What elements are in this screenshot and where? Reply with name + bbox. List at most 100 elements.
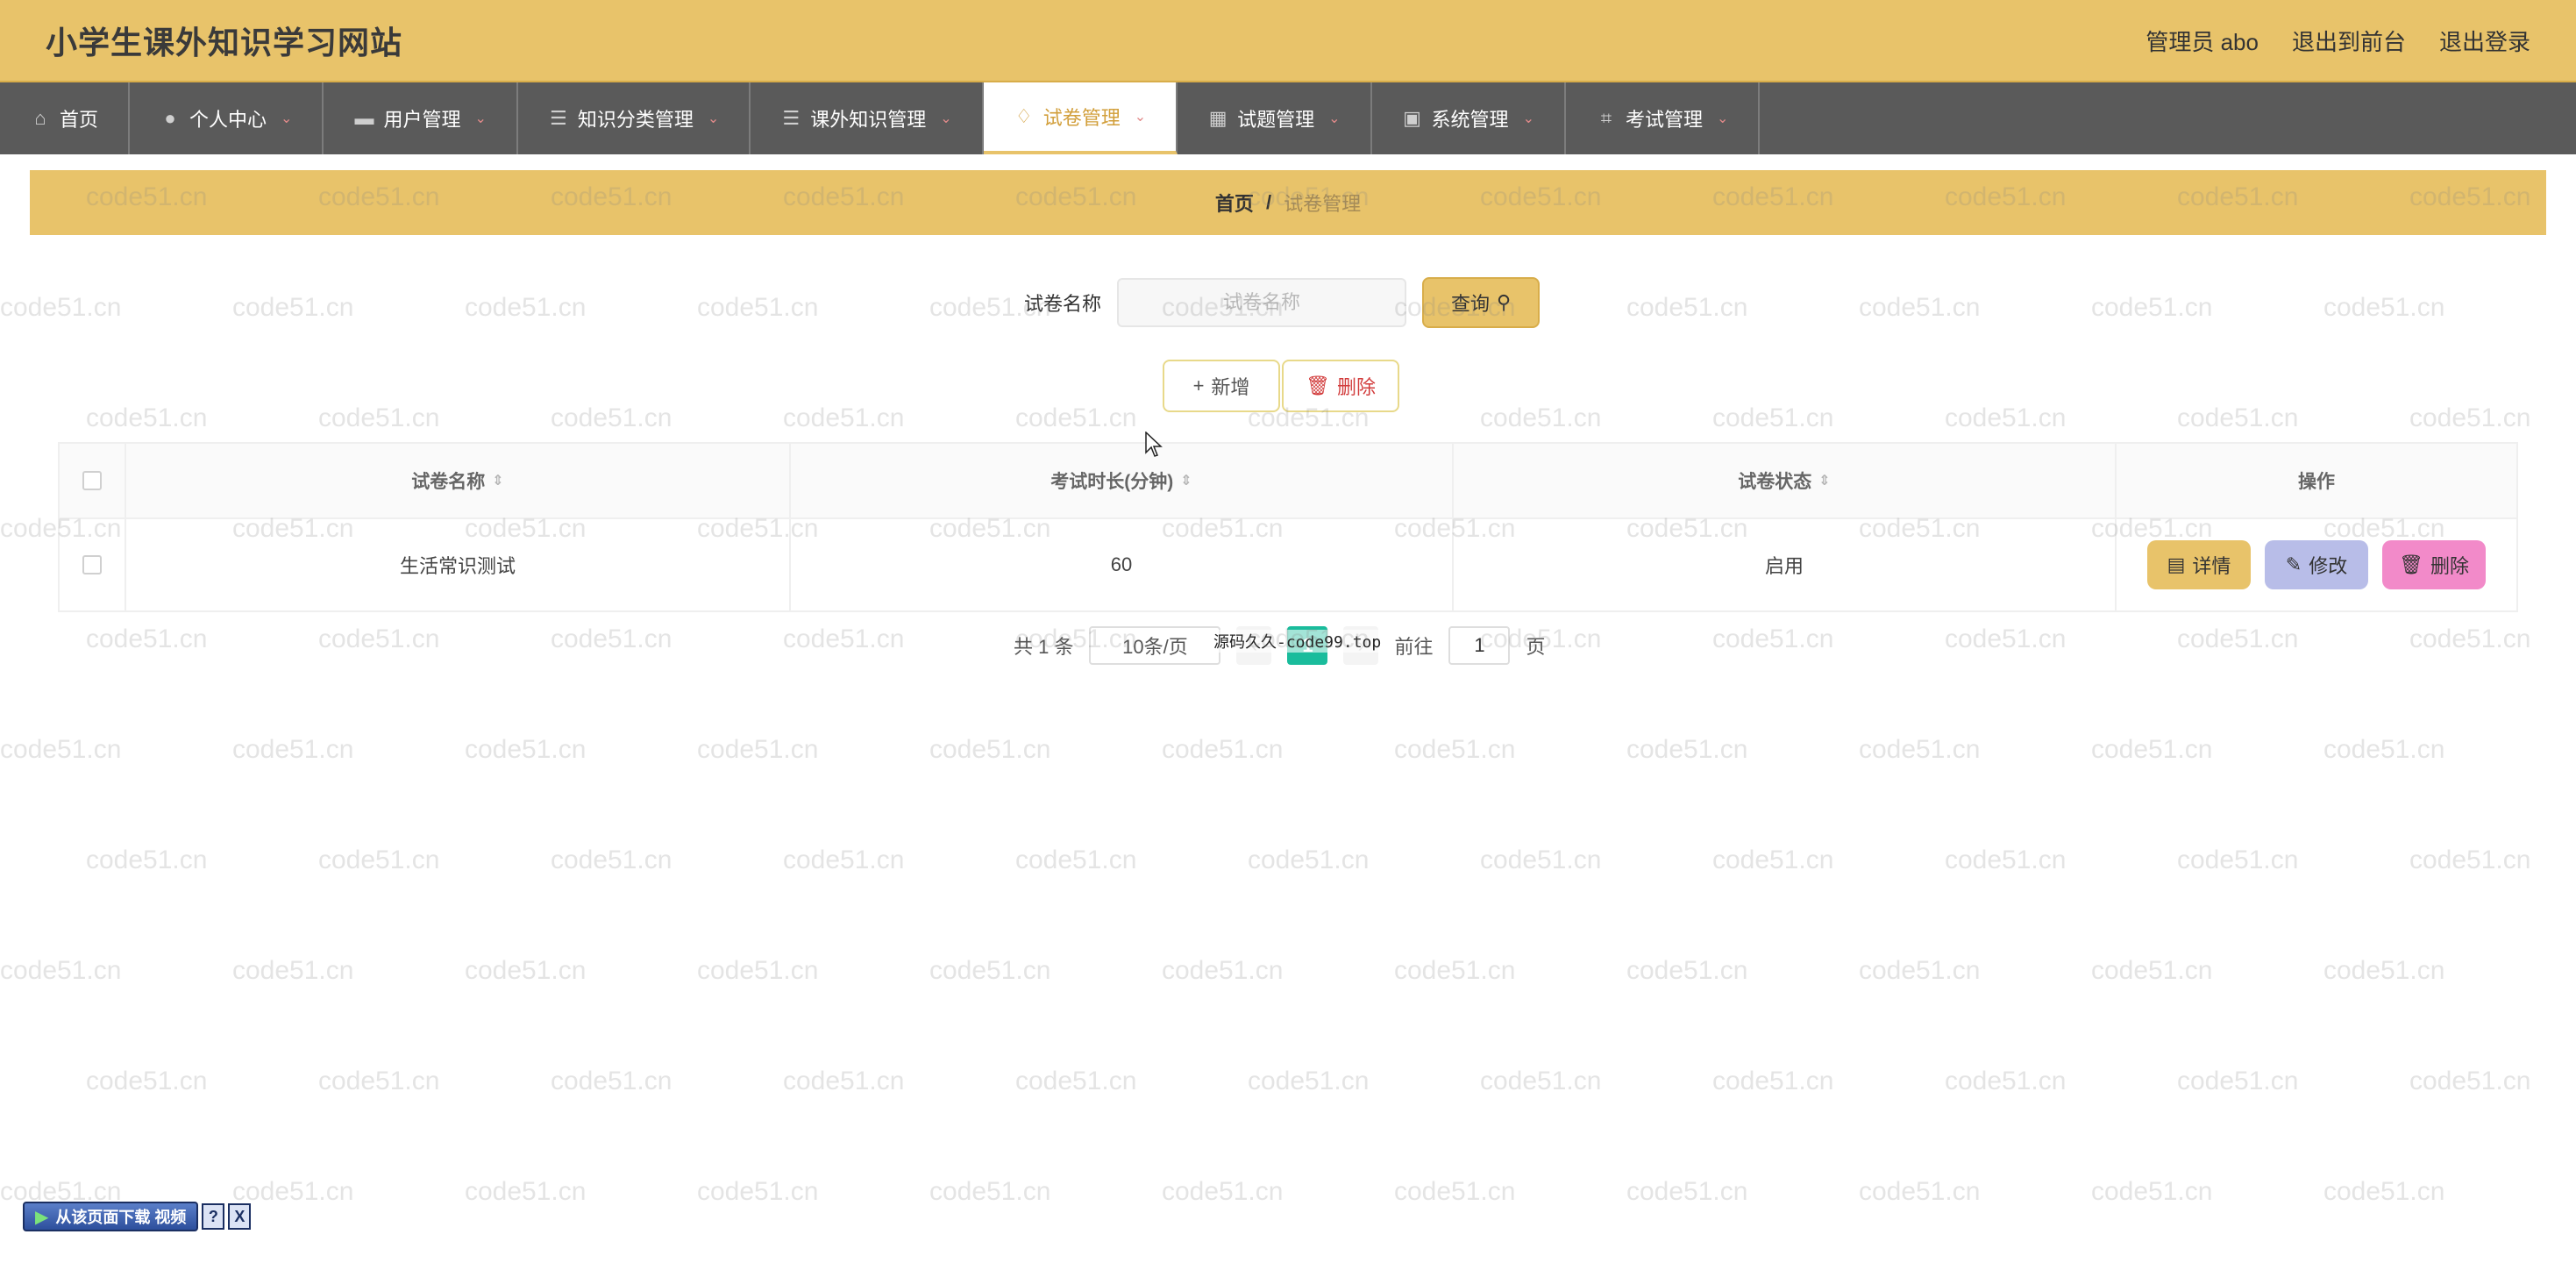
help-button[interactable]: ? (202, 1203, 225, 1230)
nav-item-paper-management[interactable]: ♢ 试卷管理 ⌄ (983, 82, 1178, 154)
header-ops: 操作 (2117, 444, 2516, 517)
download-video-button[interactable]: ▶ 从该页面下载 视频 (23, 1202, 199, 1231)
watermark-text: code51.cn (1859, 956, 1981, 985)
watermark-text: code51.cn (1394, 735, 1516, 764)
chevron-down-icon: ⌄ (940, 111, 952, 126)
main-nav: ⌂ 首页 ● 个人中心 ⌄ ▬ 用户管理 ⌄ ☰ 知识分类管理 ⌄ ☰ 课外知识… (0, 82, 2576, 154)
sort-icon[interactable]: ⇕ (1818, 472, 1830, 489)
watermark-text: code51.cn (0, 956, 122, 985)
watermark-text: code51.cn (2177, 846, 2299, 874)
sort-icon[interactable]: ⇕ (1180, 472, 1192, 489)
search-row: 试卷名称 查询 ⚲ (1024, 277, 1541, 328)
back-to-front-link[interactable]: 退出到前台 (2292, 25, 2406, 57)
watermark-text: code51.cn (697, 956, 819, 985)
nav-item-label: 试题管理 (1237, 109, 1315, 131)
edit-button[interactable]: ✎ 修改 (2265, 540, 2368, 589)
top-header: 小学生课外知识学习网站 管理员 abo 退出到前台 退出登录 (0, 0, 2576, 82)
chevron-down-icon: ⌄ (1716, 111, 1729, 126)
list-icon: ☰ (549, 107, 567, 129)
breadcrumb-separator: / (1265, 191, 1272, 213)
header-status[interactable]: 试卷状态 ⇕ (1454, 444, 2117, 517)
breadcrumb: 首页 / 试卷管理 (30, 170, 2546, 235)
list-icon: ☰ (782, 107, 801, 129)
watermark-text: code51.cn (0, 735, 122, 764)
logout-link[interactable]: 退出登录 (2439, 25, 2530, 57)
crop-icon: ⌗ (1600, 107, 1612, 129)
watermark-text: code51.cn (2091, 1177, 2213, 1206)
site-title: 小学生课外知识学习网站 (46, 25, 403, 61)
table-row: 生活常识测试 60 启用 ▤ 详情 ✎ 修改 🗑 删除 (60, 519, 2516, 610)
search-button-label: 查询 (1450, 293, 1490, 315)
page-size-select[interactable]: 10条/页 (1089, 626, 1221, 665)
delete-button[interactable]: 🗑 删除 (2382, 540, 2486, 589)
watermark-text: code51.cn (783, 1067, 905, 1095)
nav-item-knowledge-management[interactable]: ☰ 课外知识管理 ⌄ (751, 82, 984, 154)
row-checkbox[interactable] (82, 555, 102, 574)
watermark-text: code51.cn (1162, 1177, 1284, 1206)
grid-icon: ▦ (1208, 107, 1228, 129)
nav-item-home[interactable]: ⌂ 首页 (0, 82, 131, 154)
sort-icon[interactable]: ⇕ (492, 472, 503, 489)
search-input[interactable] (1117, 278, 1407, 327)
add-button[interactable]: + 新增 (1163, 360, 1280, 412)
watermark-text: code51.cn (1480, 1067, 1602, 1095)
nav-item-user-management[interactable]: ▬ 用户管理 ⌄ (324, 82, 518, 154)
nav-item-label: 知识分类管理 (577, 109, 694, 131)
watermark-text: code51.cn (2323, 956, 2445, 985)
watermark-text: code51.cn (1712, 1067, 1834, 1095)
watermark-text: code51.cn (86, 1067, 208, 1095)
watermark-text: code51.cn (1162, 735, 1284, 764)
search-button[interactable]: 查询 ⚲ (1422, 277, 1541, 328)
user-icon: ● (164, 107, 176, 129)
watermark-text: code51.cn (697, 735, 819, 764)
cell-duration: 60 (791, 519, 1454, 610)
document-icon: ▤ (2167, 553, 2186, 575)
breadcrumb-current: 试卷管理 (1284, 193, 1362, 215)
close-button[interactable]: X (228, 1203, 252, 1230)
add-button-label: 新增 (1211, 376, 1250, 398)
nav-item-exam-management[interactable]: ⌗ 考试管理 ⌄ (1566, 82, 1761, 154)
chevron-down-icon: ⌄ (474, 111, 487, 126)
chevron-down-icon: ⌄ (1134, 110, 1147, 125)
search-label: 试卷名称 (1024, 293, 1102, 315)
breadcrumb-home[interactable]: 首页 (1215, 189, 1254, 217)
plus-icon: + (1192, 375, 1205, 396)
nav-item-category-management[interactable]: ☰ 知识分类管理 ⌄ (518, 82, 751, 154)
nav-item-personal-center[interactable]: ● 个人中心 ⌄ (130, 82, 324, 154)
action-row: + 新增 🗑 删除 (1163, 360, 1399, 412)
nav-item-label: 首页 (60, 109, 99, 131)
cell-ops: ▤ 详情 ✎ 修改 🗑 删除 (2117, 519, 2516, 610)
watermark-text: code51.cn (1480, 846, 1602, 874)
chart-icon: ▣ (1403, 107, 1421, 129)
trash-icon: 🗑 (1306, 375, 1330, 396)
home-icon: ⌂ (34, 107, 46, 129)
header-name-label: 试卷名称 (411, 472, 486, 492)
watermark-text: code51.cn (318, 846, 440, 874)
detail-button[interactable]: ▤ 详情 (2147, 540, 2251, 589)
goto-suffix: 页 (1526, 636, 1546, 658)
watermark-text: code51.cn (1626, 956, 1748, 985)
watermark-text: code51.cn (86, 846, 208, 874)
header-checkbox-cell (60, 444, 126, 517)
delete-button-label: 删除 (1336, 376, 1376, 398)
batch-delete-button[interactable]: 🗑 删除 (1282, 360, 1399, 412)
header-ops-label: 操作 (2298, 472, 2335, 492)
watermark-text: code51.cn (232, 956, 354, 985)
header-duration[interactable]: 考试时长(分钟) ⇕ (791, 444, 1454, 517)
nav-item-system-management[interactable]: ▣ 系统管理 ⌄ (1372, 82, 1566, 154)
select-all-checkbox[interactable] (82, 471, 102, 490)
header-links: 管理员 abo 退出到前台 退出登录 (2145, 25, 2530, 57)
nav-item-question-management[interactable]: ▦ 试题管理 ⌄ (1178, 82, 1372, 154)
watermark-text: code51.cn (2409, 1067, 2531, 1095)
watermark-text: code51.cn (1859, 1177, 1981, 1206)
paper-table: 试卷名称 ⇕ 考试时长(分钟) ⇕ 试卷状态 ⇕ 操作 生活常识测试 60 启用… (58, 442, 2518, 612)
monitor-icon: ▬ (354, 107, 374, 129)
watermark-text: code51.cn (1945, 846, 2067, 874)
header-duration-label: 考试时长(分钟) (1050, 472, 1174, 492)
overlay-watermark-text: 源码久久-code99.top (1213, 630, 1382, 653)
goto-page-input[interactable]: 1 (1448, 626, 1511, 665)
watermark-text: code51.cn (2323, 735, 2445, 764)
header-name[interactable]: 试卷名称 ⇕ (126, 444, 791, 517)
watermark-text: code51.cn (551, 1067, 672, 1095)
watermark-text: code51.cn (1945, 1067, 2067, 1095)
